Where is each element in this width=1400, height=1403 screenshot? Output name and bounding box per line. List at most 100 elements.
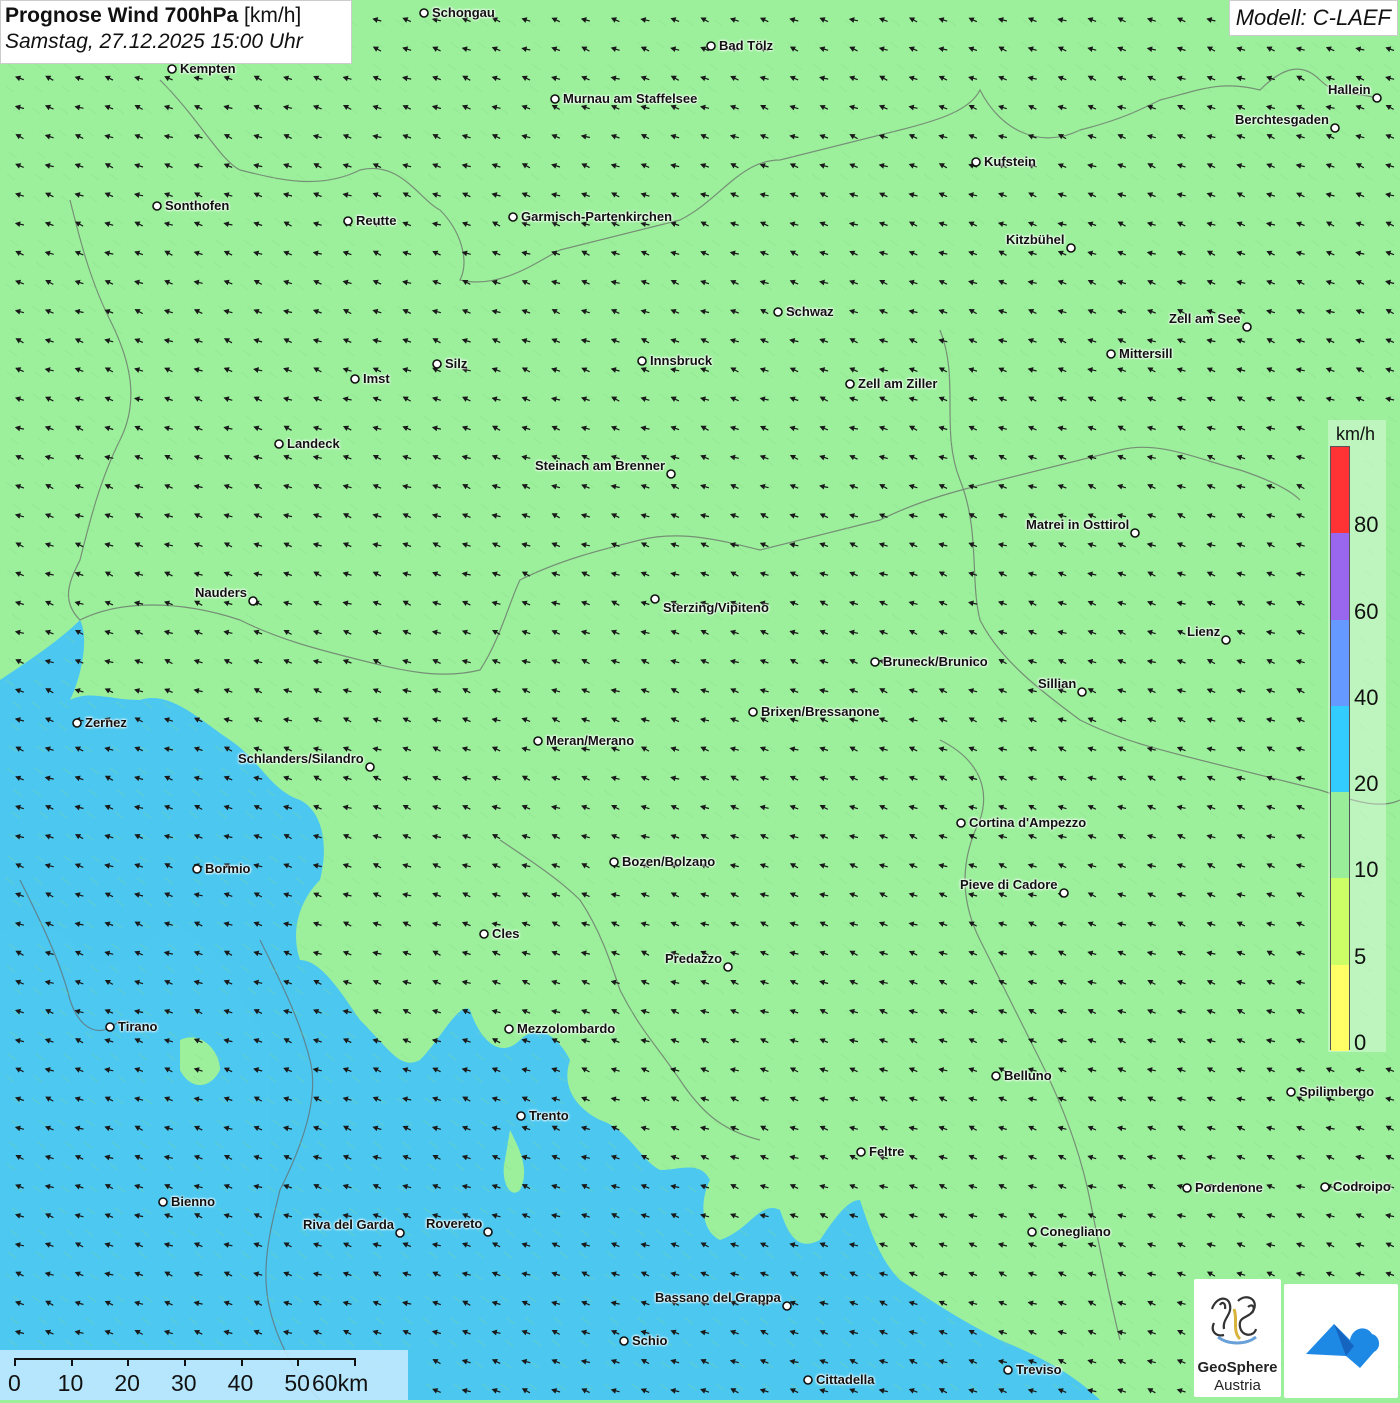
city-marker	[1066, 243, 1076, 253]
city-label: Rovereto	[426, 1216, 483, 1231]
city-label: Pordenone	[1195, 1180, 1263, 1195]
city-label: Silz	[445, 356, 468, 371]
city-label: Hallein	[1328, 82, 1371, 97]
city-marker	[1130, 528, 1140, 538]
city-marker	[845, 379, 855, 389]
city-marker	[508, 212, 518, 222]
city-label: Cles	[492, 926, 520, 941]
scale-label: 60km	[312, 1370, 369, 1396]
city-marker	[274, 439, 284, 449]
city-label: Bassano del Grappa	[655, 1290, 781, 1305]
scale-label: 10	[57, 1370, 84, 1396]
city-label: Feltre	[869, 1144, 905, 1159]
scale-bar: 0 10 20 30 40 50 60km	[0, 1350, 408, 1400]
city-label: Codroipo	[1333, 1179, 1391, 1194]
city-label: Berchtesgaden	[1235, 112, 1329, 127]
legend-tick-label: 40	[1354, 684, 1379, 710]
city-label: Pieve di Cadore	[960, 877, 1058, 892]
city-label: Garmisch-Partenkirchen	[521, 209, 673, 224]
city-marker	[167, 64, 177, 74]
city-label: Schlanders/Silandro	[238, 751, 364, 766]
city-marker	[1003, 1365, 1013, 1375]
scale-label: 30	[171, 1370, 197, 1396]
city-label: Lienz	[1187, 624, 1221, 639]
city-label: Mittersill	[1119, 346, 1173, 361]
city-label: Imst	[363, 371, 390, 386]
scale-tick	[354, 1358, 356, 1366]
city-marker	[192, 864, 202, 874]
city-marker	[666, 469, 676, 479]
scale-tick	[184, 1358, 186, 1366]
weather-app-logo	[1284, 1284, 1398, 1398]
scale-label: 50	[284, 1370, 310, 1396]
legend-color-segment	[1331, 619, 1349, 706]
forecast-datetime: Samstag, 27.12.2025 15:00 Uhr	[5, 30, 303, 53]
scale-tick	[70, 1358, 73, 1366]
city-marker	[1027, 1227, 1037, 1237]
city-marker	[533, 736, 543, 746]
city-marker	[105, 1022, 115, 1032]
city-marker	[991, 1071, 1001, 1081]
city-marker	[1242, 322, 1252, 332]
scale-label: 20	[114, 1370, 140, 1396]
city-marker	[773, 307, 783, 317]
city-marker	[1106, 349, 1116, 359]
city-label: Sillian	[1038, 676, 1077, 691]
city-label: Zernez	[85, 715, 127, 730]
city-label: Kempten	[180, 61, 236, 76]
city-label: Schongau	[432, 5, 495, 20]
scale-label: 0	[8, 1370, 21, 1396]
geosphere-logo: GeoSphere Austria	[1194, 1279, 1281, 1397]
city-marker	[971, 157, 981, 167]
city-label: Cittadella	[816, 1372, 875, 1387]
city-marker	[782, 1301, 792, 1311]
city-marker	[158, 1197, 168, 1207]
city-label: Schio	[632, 1333, 668, 1348]
city-label: Treviso	[1016, 1362, 1062, 1377]
city-marker	[706, 41, 716, 51]
city-marker	[956, 818, 966, 828]
legend-color-segment	[1331, 533, 1349, 620]
city-marker	[1286, 1087, 1296, 1097]
scale-tick	[240, 1358, 243, 1366]
city-label: Nauders	[195, 585, 248, 600]
city-marker	[1059, 888, 1069, 898]
legend-color-segment	[1331, 964, 1349, 1051]
city-label: Spilimbergo	[1299, 1084, 1375, 1099]
scale-tick	[14, 1358, 16, 1366]
city-label: Predazzo	[665, 951, 723, 966]
legend-color-segment	[1331, 792, 1349, 879]
legend-color-segment	[1331, 878, 1349, 965]
city-label: Bienno	[171, 1194, 216, 1209]
city-marker	[803, 1375, 813, 1385]
calm-area-west-2	[0, 926, 270, 1400]
map-title: Prognose Wind 700hPa	[5, 4, 239, 27]
scale-label: 40	[227, 1370, 254, 1396]
city-label: Trento	[529, 1108, 569, 1123]
legend-unit: km/h	[1336, 424, 1376, 444]
city-label: Cortina d'Ampezzo	[969, 815, 1087, 830]
city-label: Conegliano	[1040, 1224, 1111, 1239]
city-marker	[350, 374, 360, 384]
city-marker	[1372, 93, 1382, 103]
scale-tick	[127, 1358, 130, 1366]
geosphere-logo-icon	[1210, 1296, 1258, 1345]
legend-tick-label: 5	[1354, 943, 1367, 969]
city-label: Sterzing/Vipiteno	[663, 600, 769, 615]
map-title-box: Prognose Wind 700hPa [km/h] Samstag, 27.…	[0, 0, 352, 64]
weather-app-logo-icon	[1306, 1324, 1380, 1368]
legend-tick-label: 60	[1354, 598, 1379, 624]
city-label: Belluno	[1004, 1068, 1052, 1083]
city-marker	[1182, 1183, 1192, 1193]
city-label: Murnau am Staffelsee	[563, 91, 698, 106]
legend-tick-label: 0	[1354, 1030, 1367, 1055]
city-label: Bruneck/Brunico	[883, 654, 988, 669]
city-marker	[856, 1147, 866, 1157]
city-label: Brixen/Bressanone	[761, 704, 880, 719]
city-marker	[483, 1227, 493, 1237]
model-label: Modell: C-LAEF	[1228, 0, 1398, 36]
legend-color-segment	[1331, 705, 1349, 793]
city-marker	[72, 718, 82, 728]
city-label: Kitzbühel	[1006, 232, 1065, 247]
logo-org-line2: Austria	[1214, 1377, 1261, 1394]
